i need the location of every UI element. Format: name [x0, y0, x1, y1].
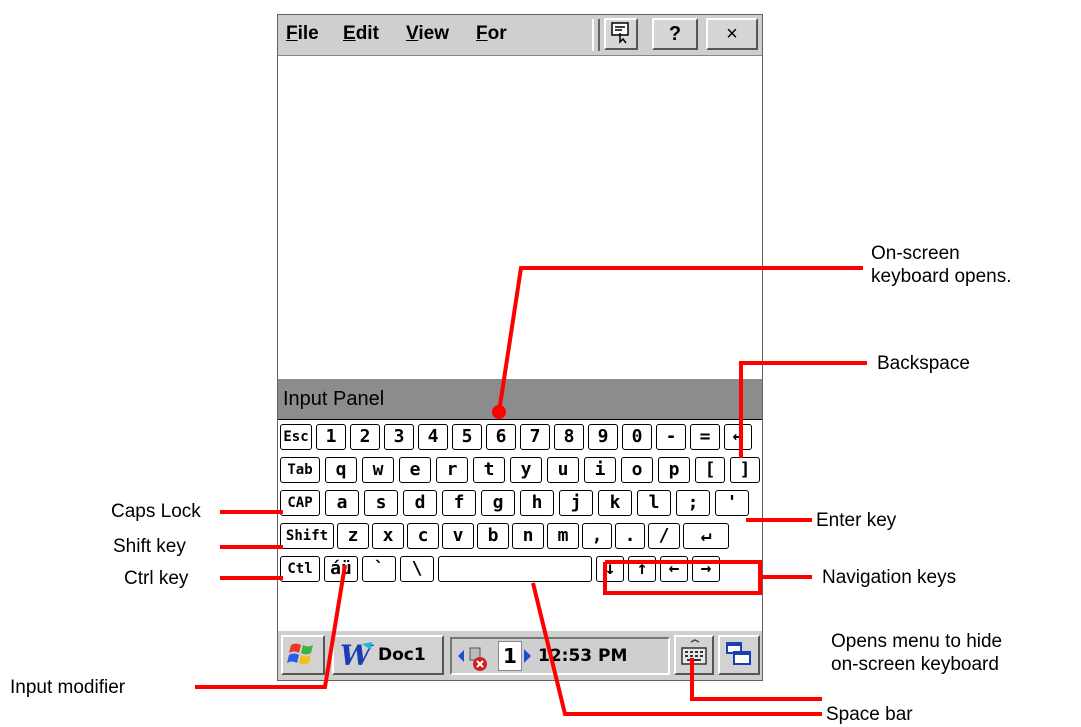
annotation-opens-menu: Opens menu to hide on-screen keyboard [831, 630, 1002, 676]
annotation-onscreen-line2: keyboard opens. [871, 266, 1012, 287]
annotation-input-modifier: Input modifier [10, 677, 126, 698]
annotation-ctrl-key: Ctrl key [124, 568, 189, 589]
annotation-onscreen-line1: On-screen [871, 243, 960, 264]
annotation-shift-key: Shift key [113, 536, 186, 557]
annotation-navigation-keys: Navigation keys [822, 567, 957, 588]
annotation-opens-menu-line2: on-screen keyboard [831, 654, 999, 675]
annotation-space-bar: Space bar [826, 704, 913, 725]
annotation-caps-lock: Caps Lock [111, 501, 201, 522]
annotation-onscreen-keyboard-opens: On-screen keyboard opens. [871, 242, 1012, 288]
annotation-backspace: Backspace [877, 353, 970, 374]
annotation-opens-menu-line1: Opens menu to hide [831, 631, 1003, 652]
annotation-enter-key: Enter key [816, 510, 897, 531]
